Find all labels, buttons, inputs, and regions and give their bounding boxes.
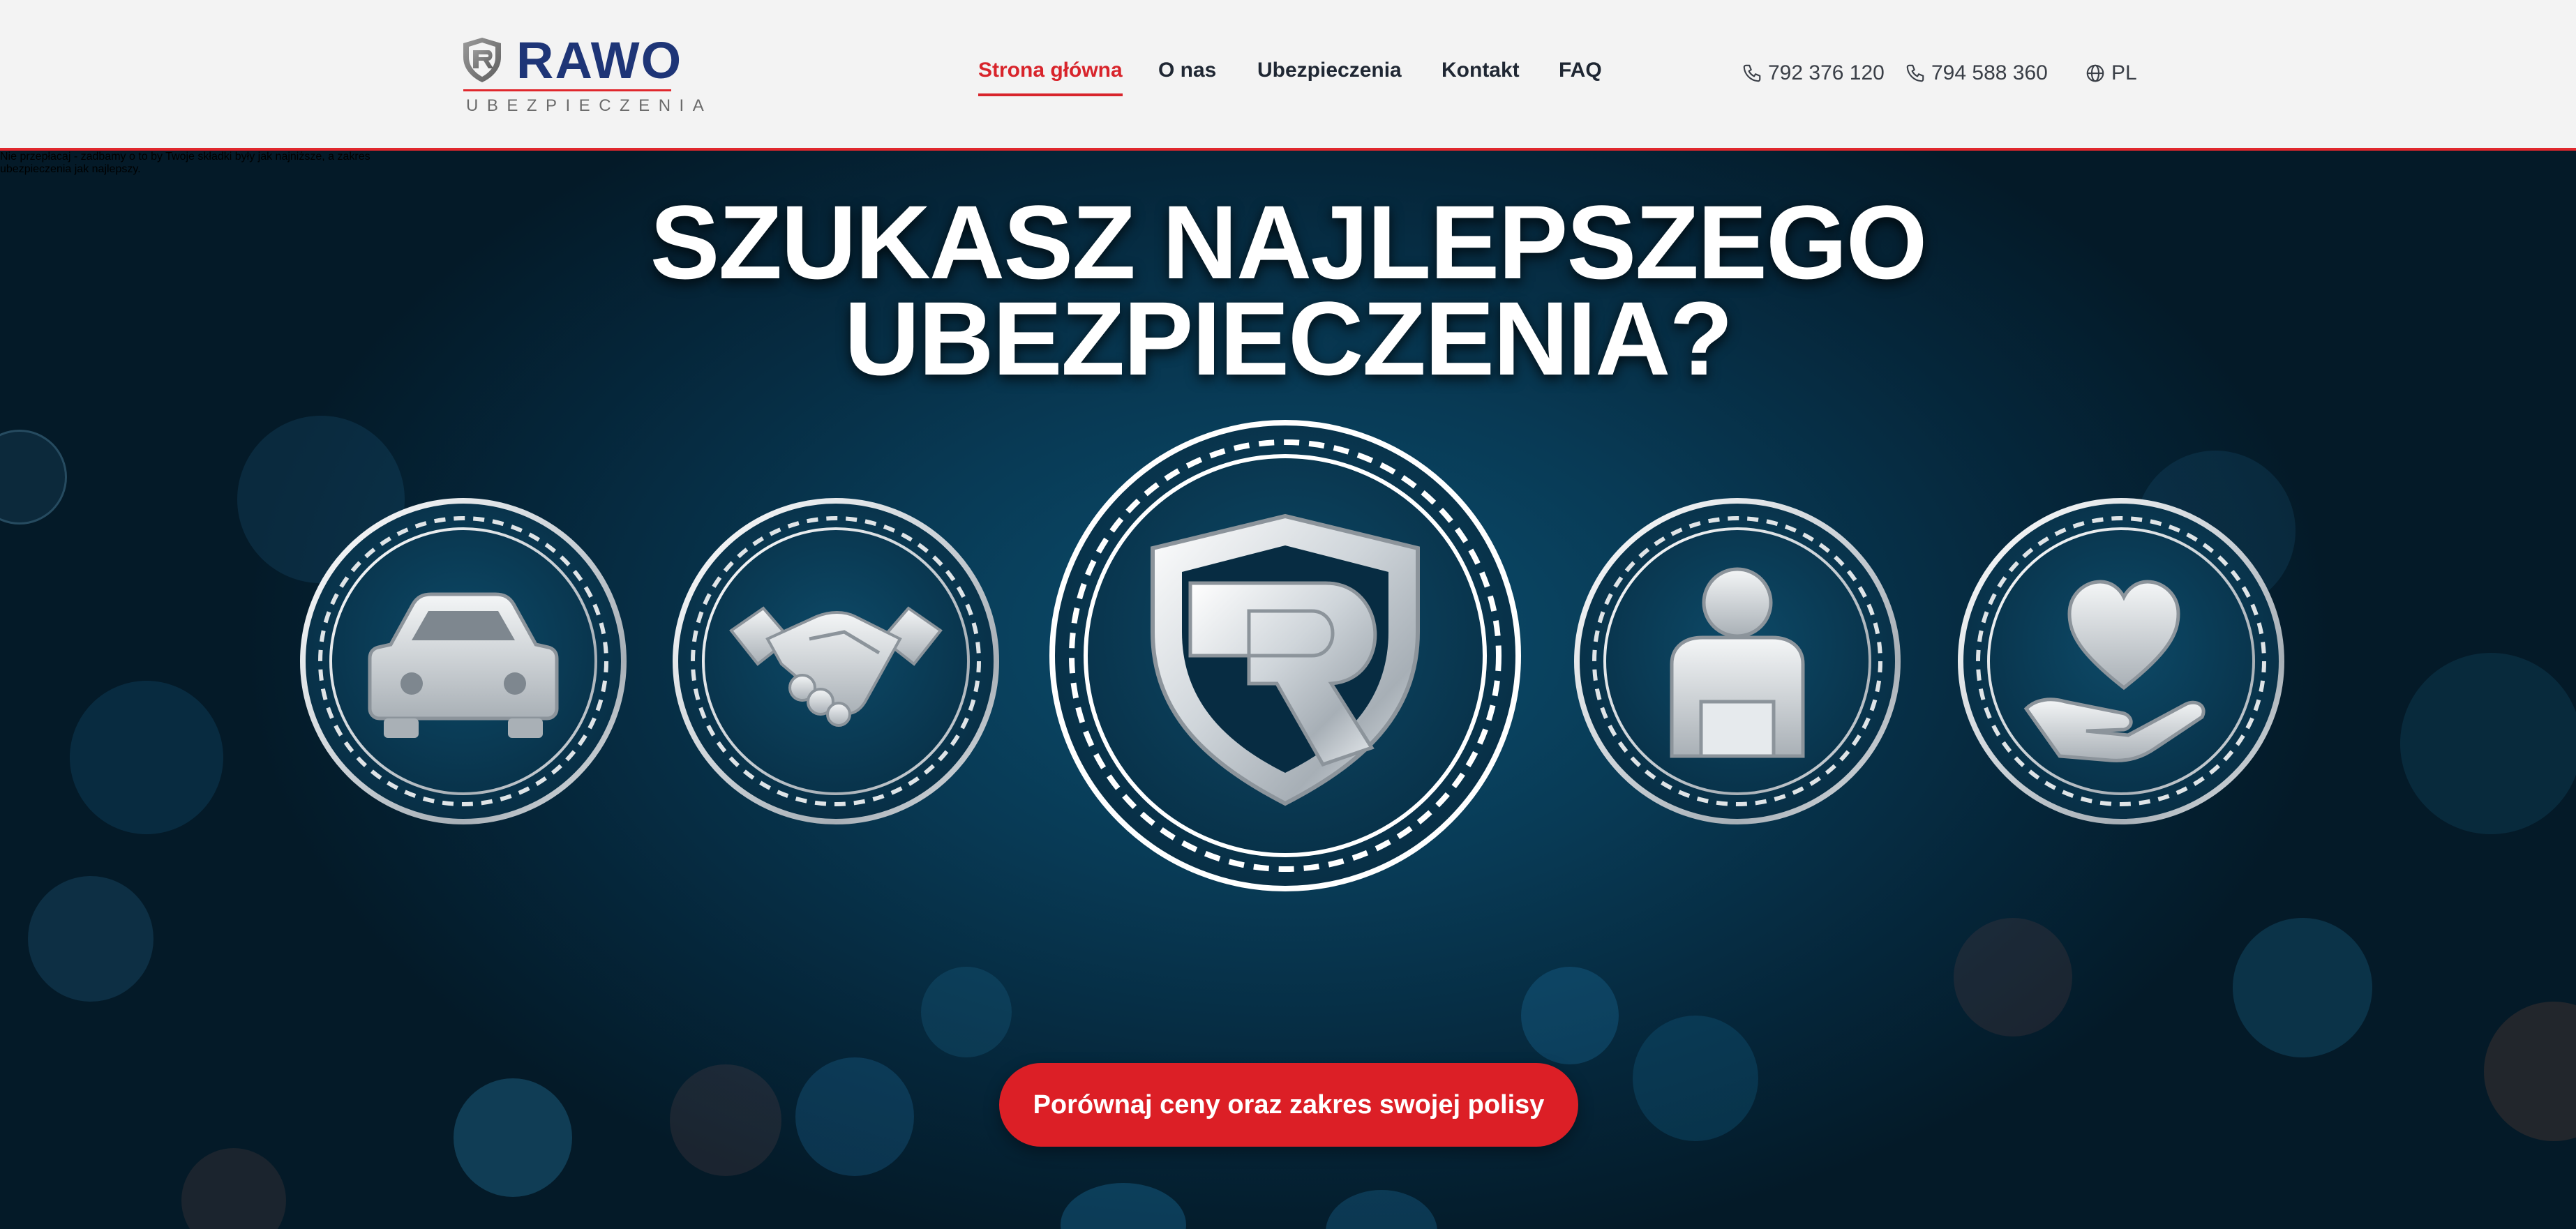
phone-number: 794 588 360: [1931, 61, 2048, 84]
shield-logo-icon: [463, 38, 501, 82]
phone-icon: [1743, 64, 1761, 82]
nav-item-label: FAQ: [1559, 59, 1602, 82]
heart-hand-emblem: [1958, 498, 2284, 824]
brand-tagline: UBEZPIECZENIA: [466, 96, 713, 115]
brand-name: RAWO: [516, 31, 683, 89]
car-emblem: [300, 498, 627, 824]
nav-item-insurance[interactable]: Ubezpieczenia: [1257, 59, 1402, 82]
handshake-emblem: [673, 498, 999, 824]
rawo-emblem: [1049, 420, 1521, 891]
nav-item-label: O nas: [1158, 59, 1217, 82]
nav-item-contact[interactable]: Kontakt: [1441, 59, 1520, 82]
nav-item-label: Strona główna: [978, 59, 1123, 82]
hero-section: SZUKASZ NAJLEPSZEGO UBEZPIECZENIA? Nie p…: [0, 151, 2576, 1229]
person-emblem: [1574, 498, 1901, 824]
globe-icon: [2086, 64, 2104, 82]
active-nav-indicator: [978, 93, 1123, 96]
compare-prices-button[interactable]: Porównaj ceny oraz zakres swojej polisy: [999, 1063, 1578, 1147]
nav-item-faq[interactable]: FAQ: [1559, 59, 1602, 82]
phone-number: 792 376 120: [1768, 61, 1885, 84]
site-header: RAWO UBEZPIECZENIA Strona główna O nas U…: [0, 0, 2576, 151]
brand-logo[interactable]: RAWO UBEZPIECZENIA: [460, 31, 704, 119]
nav-item-label: Ubezpieczenia: [1257, 59, 1402, 82]
logo-divider: [463, 89, 671, 91]
language-code: PL: [2111, 61, 2137, 84]
nav-item-about[interactable]: O nas: [1158, 59, 1216, 82]
phone-icon: [1906, 64, 1924, 82]
nav-item-label: Kontakt: [1441, 59, 1520, 82]
nav-item-home[interactable]: Strona główna: [978, 59, 1123, 96]
